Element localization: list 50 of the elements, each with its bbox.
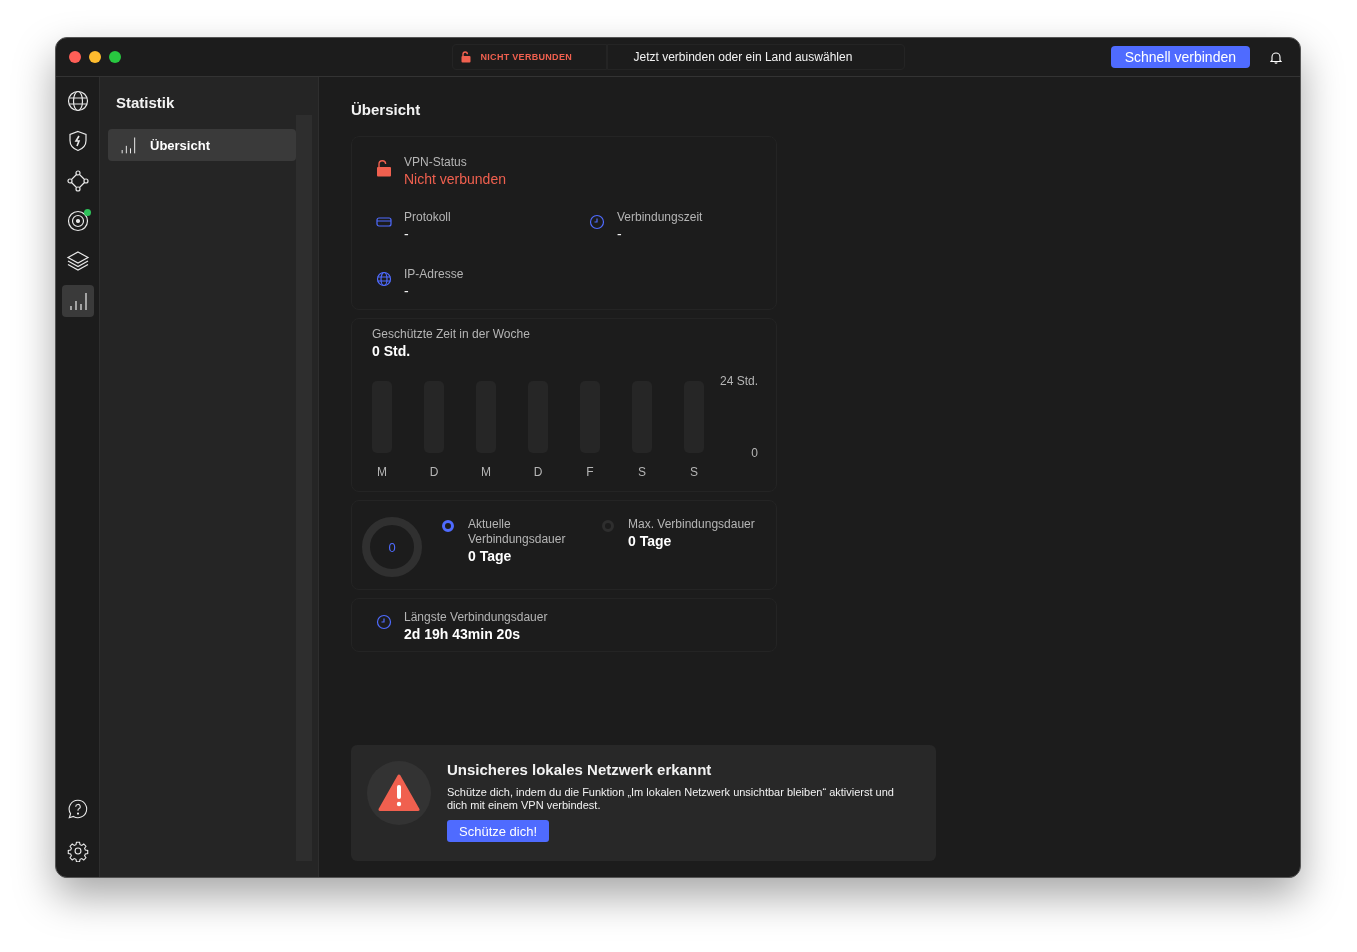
- page-title: Übersicht: [351, 101, 421, 118]
- field-value: -: [404, 225, 410, 243]
- connect-search-field[interactable]: Jetzt verbinden oder ein Land auswählen: [606, 44, 905, 70]
- field-label: IP-Adresse: [404, 267, 464, 282]
- card-icon: [376, 214, 392, 230]
- bell-icon[interactable]: [1270, 50, 1282, 64]
- axis-label: M: [481, 465, 491, 479]
- field-label: VPN-Status: [404, 155, 468, 170]
- sidebar-item[interactable]: Übersicht: [108, 129, 296, 161]
- field-value: -: [404, 282, 410, 300]
- protect-button[interactable]: Schütze dich!: [447, 820, 550, 842]
- vpn-status-value: Nicht verbunden: [404, 170, 506, 188]
- axis-tick: 24 Std.: [719, 374, 758, 388]
- layers-icon: [65, 249, 90, 273]
- window-control[interactable]: [109, 51, 121, 63]
- field-value: -: [617, 225, 623, 243]
- chart-title: Geschützte Zeit in der Woche: [372, 327, 531, 342]
- clock-icon: [376, 614, 392, 630]
- legend-label: Max. Verbindungsdauer: [628, 517, 755, 532]
- field-label: Verbindungszeit: [617, 210, 703, 225]
- unlocked-lock-icon: [376, 159, 392, 177]
- unlocked-lock-icon: [460, 51, 471, 63]
- axis-tick: 0: [751, 446, 758, 460]
- alert-title: Unsicheres lokales Netzwerk erkannt: [447, 761, 713, 778]
- quick-connect-button[interactable]: Schnell verbinden: [1110, 46, 1250, 68]
- nav-button[interactable]: [61, 285, 94, 317]
- legend-value: 0 Tage: [628, 532, 673, 550]
- field-value: 2d 19h 43min 20s: [404, 625, 521, 643]
- axis-label: D: [429, 465, 439, 479]
- window-control[interactable]: [89, 51, 101, 63]
- axis-label: S: [690, 465, 698, 479]
- status-text: NICHT VERBUNDEN: [480, 52, 572, 62]
- field-label: Protokoll: [404, 210, 451, 225]
- axis-label: D: [533, 465, 543, 479]
- globe-icon: [376, 271, 392, 287]
- alert-text: Schütze dich, indem du die Funktion „Im lokalen Netzwerk unsichtbar bleiben“ aktivierst und dich mit einem VPN verbindest.: [447, 786, 895, 812]
- target-icon: [65, 209, 90, 233]
- total-value: 0 Std.: [372, 342, 412, 360]
- nodes-icon: [65, 169, 90, 193]
- globe-icon: [65, 89, 90, 113]
- legend-label: Aktuelle Verbindungsdauer: [468, 517, 567, 547]
- progress-ring: 0: [362, 517, 422, 577]
- field-label: Längste Verbindungsdauer: [404, 610, 548, 625]
- legend-value: 0 Tage: [468, 547, 513, 565]
- sidebar-title: Statistik: [115, 93, 176, 113]
- axis-label: F: [586, 465, 594, 479]
- window-control[interactable]: [69, 51, 81, 63]
- axis-label: S: [638, 465, 646, 479]
- clock-icon: [589, 214, 605, 230]
- axis-label: M: [377, 465, 387, 479]
